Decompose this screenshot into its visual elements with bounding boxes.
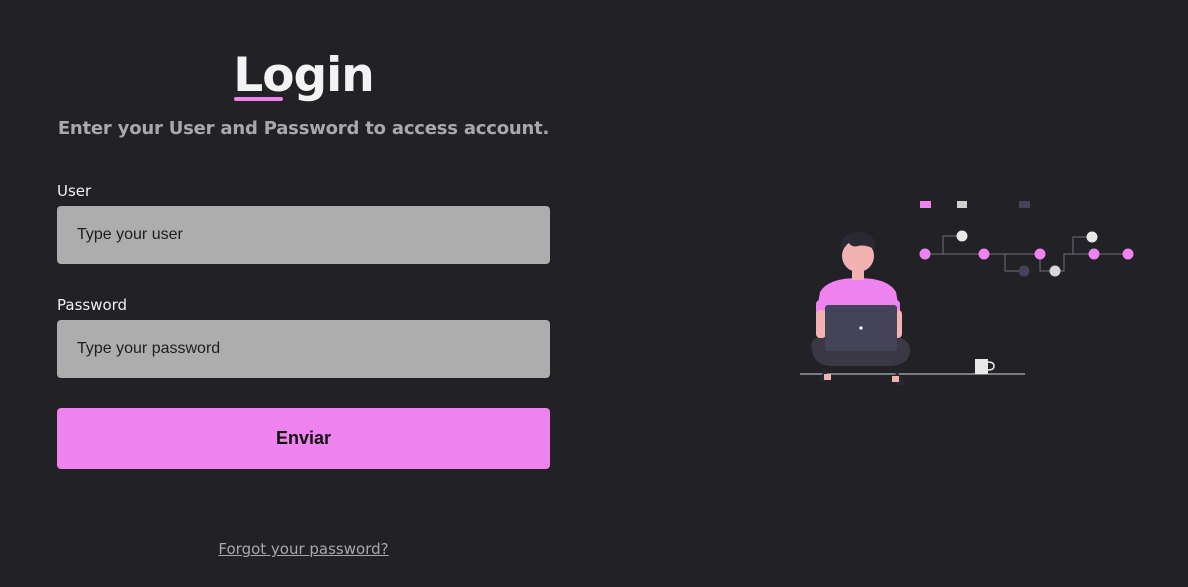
title-wrap: Login <box>57 46 550 106</box>
network-line <box>925 235 962 255</box>
page-subtitle: Enter your User and Password to access a… <box>57 118 550 139</box>
password-input[interactable] <box>57 320 550 378</box>
login-form: Login Enter your User and Password to ac… <box>57 0 550 587</box>
forgot-password-wrap: Forgot your password? <box>57 539 550 558</box>
title-underline-accent <box>234 97 284 101</box>
person-with-laptop-illustration <box>790 190 1140 405</box>
user-label: User <box>57 182 92 200</box>
legend-square-grey <box>957 201 967 208</box>
network-node <box>919 248 931 260</box>
user-input[interactable] <box>57 206 550 264</box>
network-node <box>978 248 990 260</box>
person-figure <box>811 232 911 386</box>
network-node <box>1086 231 1098 243</box>
page-title: Login <box>233 46 374 106</box>
network-node <box>1049 265 1061 277</box>
mug-icon <box>975 359 995 374</box>
illustration-svg <box>800 201 1134 386</box>
network-node <box>1034 248 1046 260</box>
page-title-text: Login <box>233 48 374 103</box>
password-label: Password <box>57 296 128 314</box>
network-node <box>1122 248 1134 260</box>
submit-button[interactable]: Enviar <box>57 408 550 469</box>
network-node <box>1088 248 1100 260</box>
network-diagram <box>919 201 1134 277</box>
login-page: Login Enter your User and Password to ac… <box>0 0 1188 587</box>
legend-square-dark <box>1019 201 1030 208</box>
network-node <box>956 230 968 242</box>
forgot-password-link[interactable]: Forgot your password? <box>218 540 388 558</box>
legend-square-pink <box>920 201 931 208</box>
network-node <box>1018 265 1030 277</box>
